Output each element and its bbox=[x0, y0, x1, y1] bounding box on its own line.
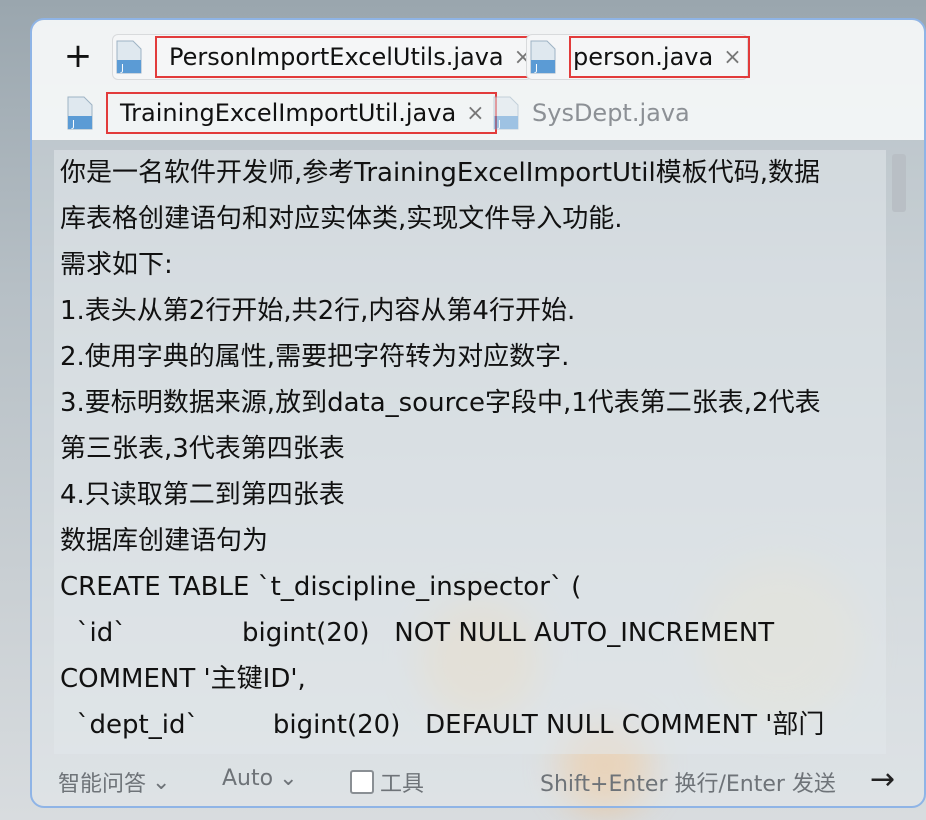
close-tab-icon[interactable]: × bbox=[466, 101, 484, 126]
content-line: 需求如下: bbox=[60, 250, 173, 280]
content-line: `id` bigint(20) NOT NULL AUTO_INCREMENT bbox=[60, 618, 775, 648]
smart-qa-dropdown[interactable]: 智能问答 ⌄ bbox=[58, 766, 170, 798]
smart-qa-label: 智能问答 bbox=[58, 772, 147, 797]
add-file-button[interactable]: + bbox=[60, 38, 96, 74]
input-footer: 智能问答 ⌄ Auto ⌄ 工具 Shift+Enter 换行/Enter 发送… bbox=[32, 754, 924, 808]
content-line: `dept_id` bigint(20) DEFAULT NULL COMMEN… bbox=[60, 710, 825, 740]
keyboard-hint-text: Shift+Enter 换行/Enter 发送 bbox=[540, 772, 836, 797]
java-file-icon: J bbox=[64, 96, 96, 130]
content-line: 数据库创建语句为 bbox=[60, 526, 269, 556]
keyboard-hint: Shift+Enter 换行/Enter 发送 bbox=[540, 766, 836, 798]
tab-highlight-box: person.java × bbox=[569, 36, 750, 78]
svg-text:J: J bbox=[534, 63, 538, 74]
model-dropdown[interactable]: Auto ⌄ bbox=[222, 766, 298, 791]
content-line: 2.使用字典的属性,需要把字符转为对应数字. bbox=[60, 342, 570, 372]
chevron-down-icon: ⌄ bbox=[279, 766, 298, 791]
arrow-right-icon: → bbox=[870, 762, 896, 797]
java-file-icon: J bbox=[527, 40, 559, 74]
tab-highlight-box: TrainingExcelImportUtil.java × bbox=[106, 92, 497, 134]
content-line: 你是一名软件开发师,参考TrainingExcelImportUtil模板代码,… bbox=[60, 158, 820, 188]
chevron-down-icon: ⌄ bbox=[152, 769, 171, 795]
file-tabs-bar: + J PersonImportExcelUtils.java × J pers… bbox=[32, 20, 924, 140]
prompt-text-area[interactable]: 你是一名软件开发师,参考TrainingExcelImportUtil模板代码,… bbox=[54, 150, 886, 754]
content-line: 第三张表,3代表第四张表 bbox=[60, 434, 345, 464]
send-button[interactable]: → bbox=[870, 762, 895, 797]
svg-text:J: J bbox=[120, 63, 124, 74]
content-line: 库表格创建语句和对应实体类,实现文件导入功能. bbox=[60, 204, 623, 234]
scrollbar-thumb[interactable] bbox=[892, 154, 906, 212]
tab-label: person.java bbox=[573, 43, 714, 71]
close-tab-icon[interactable]: × bbox=[723, 45, 741, 70]
tab-label: SysDept.java bbox=[532, 99, 690, 127]
content-line: 3.要标明数据来源,放到data_source字段中,1代表第二张表,2代表 bbox=[60, 388, 821, 418]
tools-label: 工具 bbox=[380, 772, 425, 797]
model-label: Auto bbox=[222, 766, 274, 791]
content-line: 1.表头从第2行开始,共2行,内容从第4行开始. bbox=[60, 296, 576, 326]
content-line: 4.只读取第二到第四张表 bbox=[60, 480, 345, 510]
chat-input-panel: + J PersonImportExcelUtils.java × J pers… bbox=[30, 18, 926, 808]
tools-toggle[interactable]: 工具 bbox=[350, 766, 424, 798]
svg-text:J: J bbox=[71, 119, 75, 130]
svg-text:J: J bbox=[497, 119, 501, 130]
tools-checkbox[interactable] bbox=[350, 770, 374, 794]
file-tab-person[interactable]: J person.java × bbox=[526, 34, 750, 80]
tab-label: PersonImportExcelUtils.java bbox=[169, 43, 504, 71]
file-tab-personimportexcelutils[interactable]: J PersonImportExcelUtils.java × bbox=[112, 34, 545, 80]
content-line: COMMENT '主键ID', bbox=[60, 664, 306, 694]
content-line: CREATE TABLE `t_discipline_inspector` ( bbox=[60, 572, 582, 602]
java-file-icon: J bbox=[113, 40, 145, 74]
file-tab-trainingexcelimportutil[interactable]: J TrainingExcelImportUtil.java × bbox=[64, 90, 497, 136]
java-file-icon: J bbox=[490, 96, 522, 130]
tab-label: TrainingExcelImportUtil.java bbox=[120, 99, 457, 127]
file-tab-sysdept[interactable]: J SysDept.java bbox=[490, 90, 700, 136]
tab-highlight-box: PersonImportExcelUtils.java × bbox=[155, 36, 545, 78]
